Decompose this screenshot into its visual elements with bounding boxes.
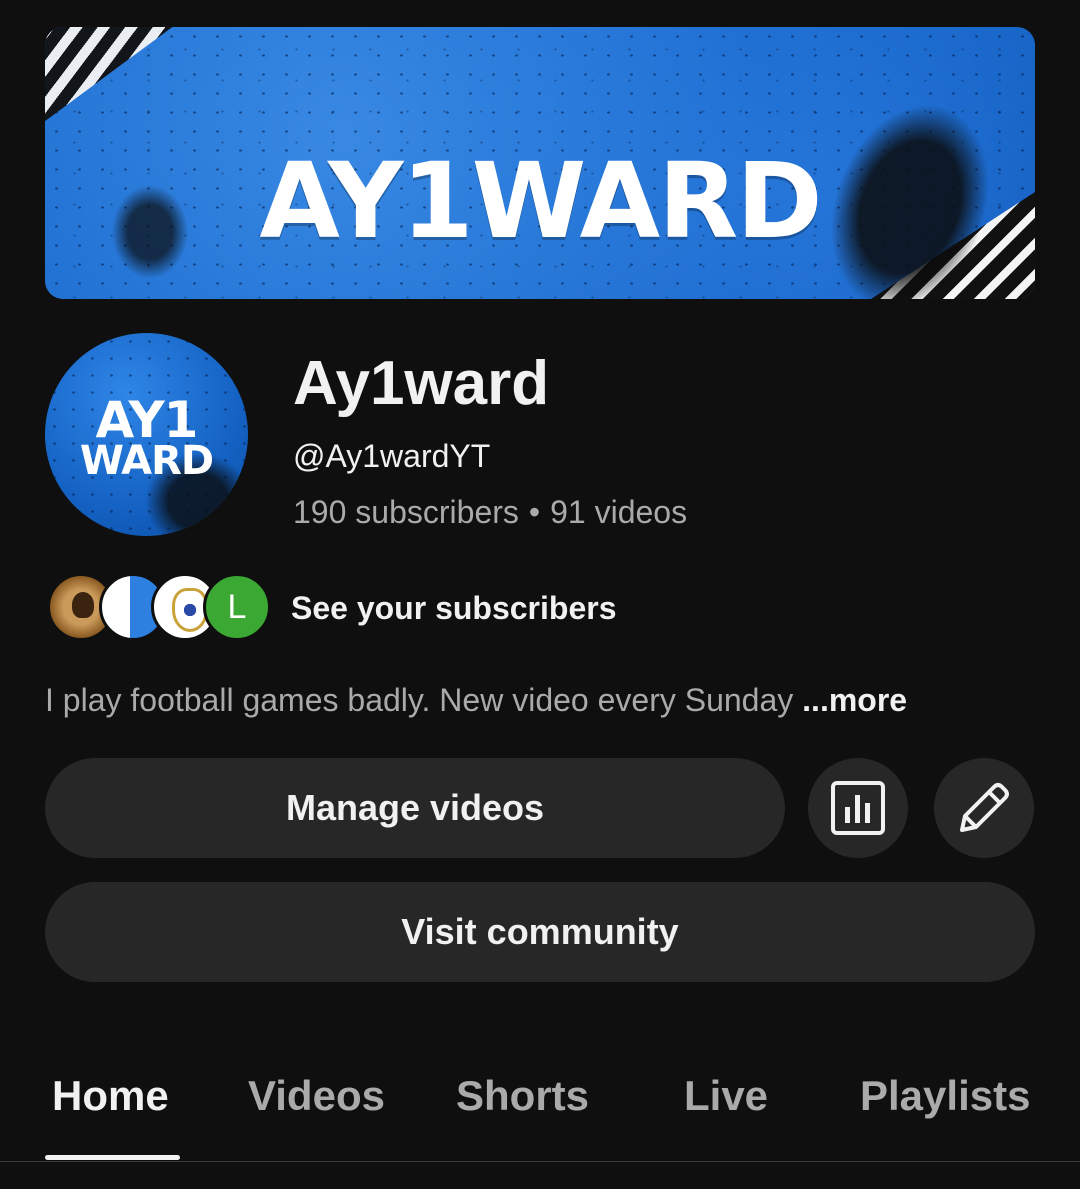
pencil-icon bbox=[960, 783, 1009, 832]
description-text: I play football games badly. New video e… bbox=[45, 682, 794, 718]
tab-playlists[interactable]: Playlists bbox=[860, 1072, 1030, 1120]
manage-videos-button[interactable]: Manage videos bbox=[45, 758, 785, 858]
visit-community-label: Visit community bbox=[401, 911, 679, 952]
tab-home[interactable]: Home bbox=[52, 1072, 169, 1120]
channel-tabs: Home Videos Shorts Live Playlists bbox=[0, 1060, 1080, 1189]
channel-description[interactable]: I play football games badly. New video e… bbox=[45, 682, 907, 719]
tab-videos[interactable]: Videos bbox=[248, 1072, 385, 1120]
more-link[interactable]: ...more bbox=[802, 682, 907, 718]
channel-avatar[interactable]: AY1 WARD bbox=[45, 333, 248, 536]
channel-page: AY1WARD AY1 WARD Ay1ward @Ay1wardYT 190 … bbox=[0, 0, 1080, 1189]
stats-separator: • bbox=[528, 494, 541, 530]
visit-community-button[interactable]: Visit community bbox=[45, 882, 1035, 982]
channel-stats: 190 subscribers • 91 videos bbox=[293, 494, 687, 531]
tabs-divider bbox=[0, 1161, 1080, 1162]
video-count: 91 videos bbox=[550, 494, 688, 530]
subscriber-avatars[interactable]: L bbox=[47, 573, 271, 641]
edit-channel-button[interactable] bbox=[934, 758, 1034, 858]
channel-name: Ay1ward bbox=[293, 349, 550, 418]
avatar-logo-line2: WARD bbox=[79, 438, 214, 484]
bar-chart-icon bbox=[831, 781, 885, 835]
tab-live[interactable]: Live bbox=[684, 1072, 768, 1120]
channel-banner: AY1WARD bbox=[45, 27, 1035, 299]
banner-logo-text: AY1WARD bbox=[259, 140, 822, 262]
analytics-button[interactable] bbox=[808, 758, 908, 858]
tab-shorts[interactable]: Shorts bbox=[456, 1072, 589, 1120]
see-subscribers-link[interactable]: See your subscribers bbox=[291, 590, 616, 627]
channel-handle: @Ay1wardYT bbox=[293, 438, 491, 474]
active-tab-indicator bbox=[45, 1155, 180, 1160]
manage-videos-label: Manage videos bbox=[285, 787, 545, 828]
subscriber-count: 190 subscribers bbox=[293, 494, 519, 530]
subscriber-avatar-letter: L bbox=[203, 573, 271, 641]
